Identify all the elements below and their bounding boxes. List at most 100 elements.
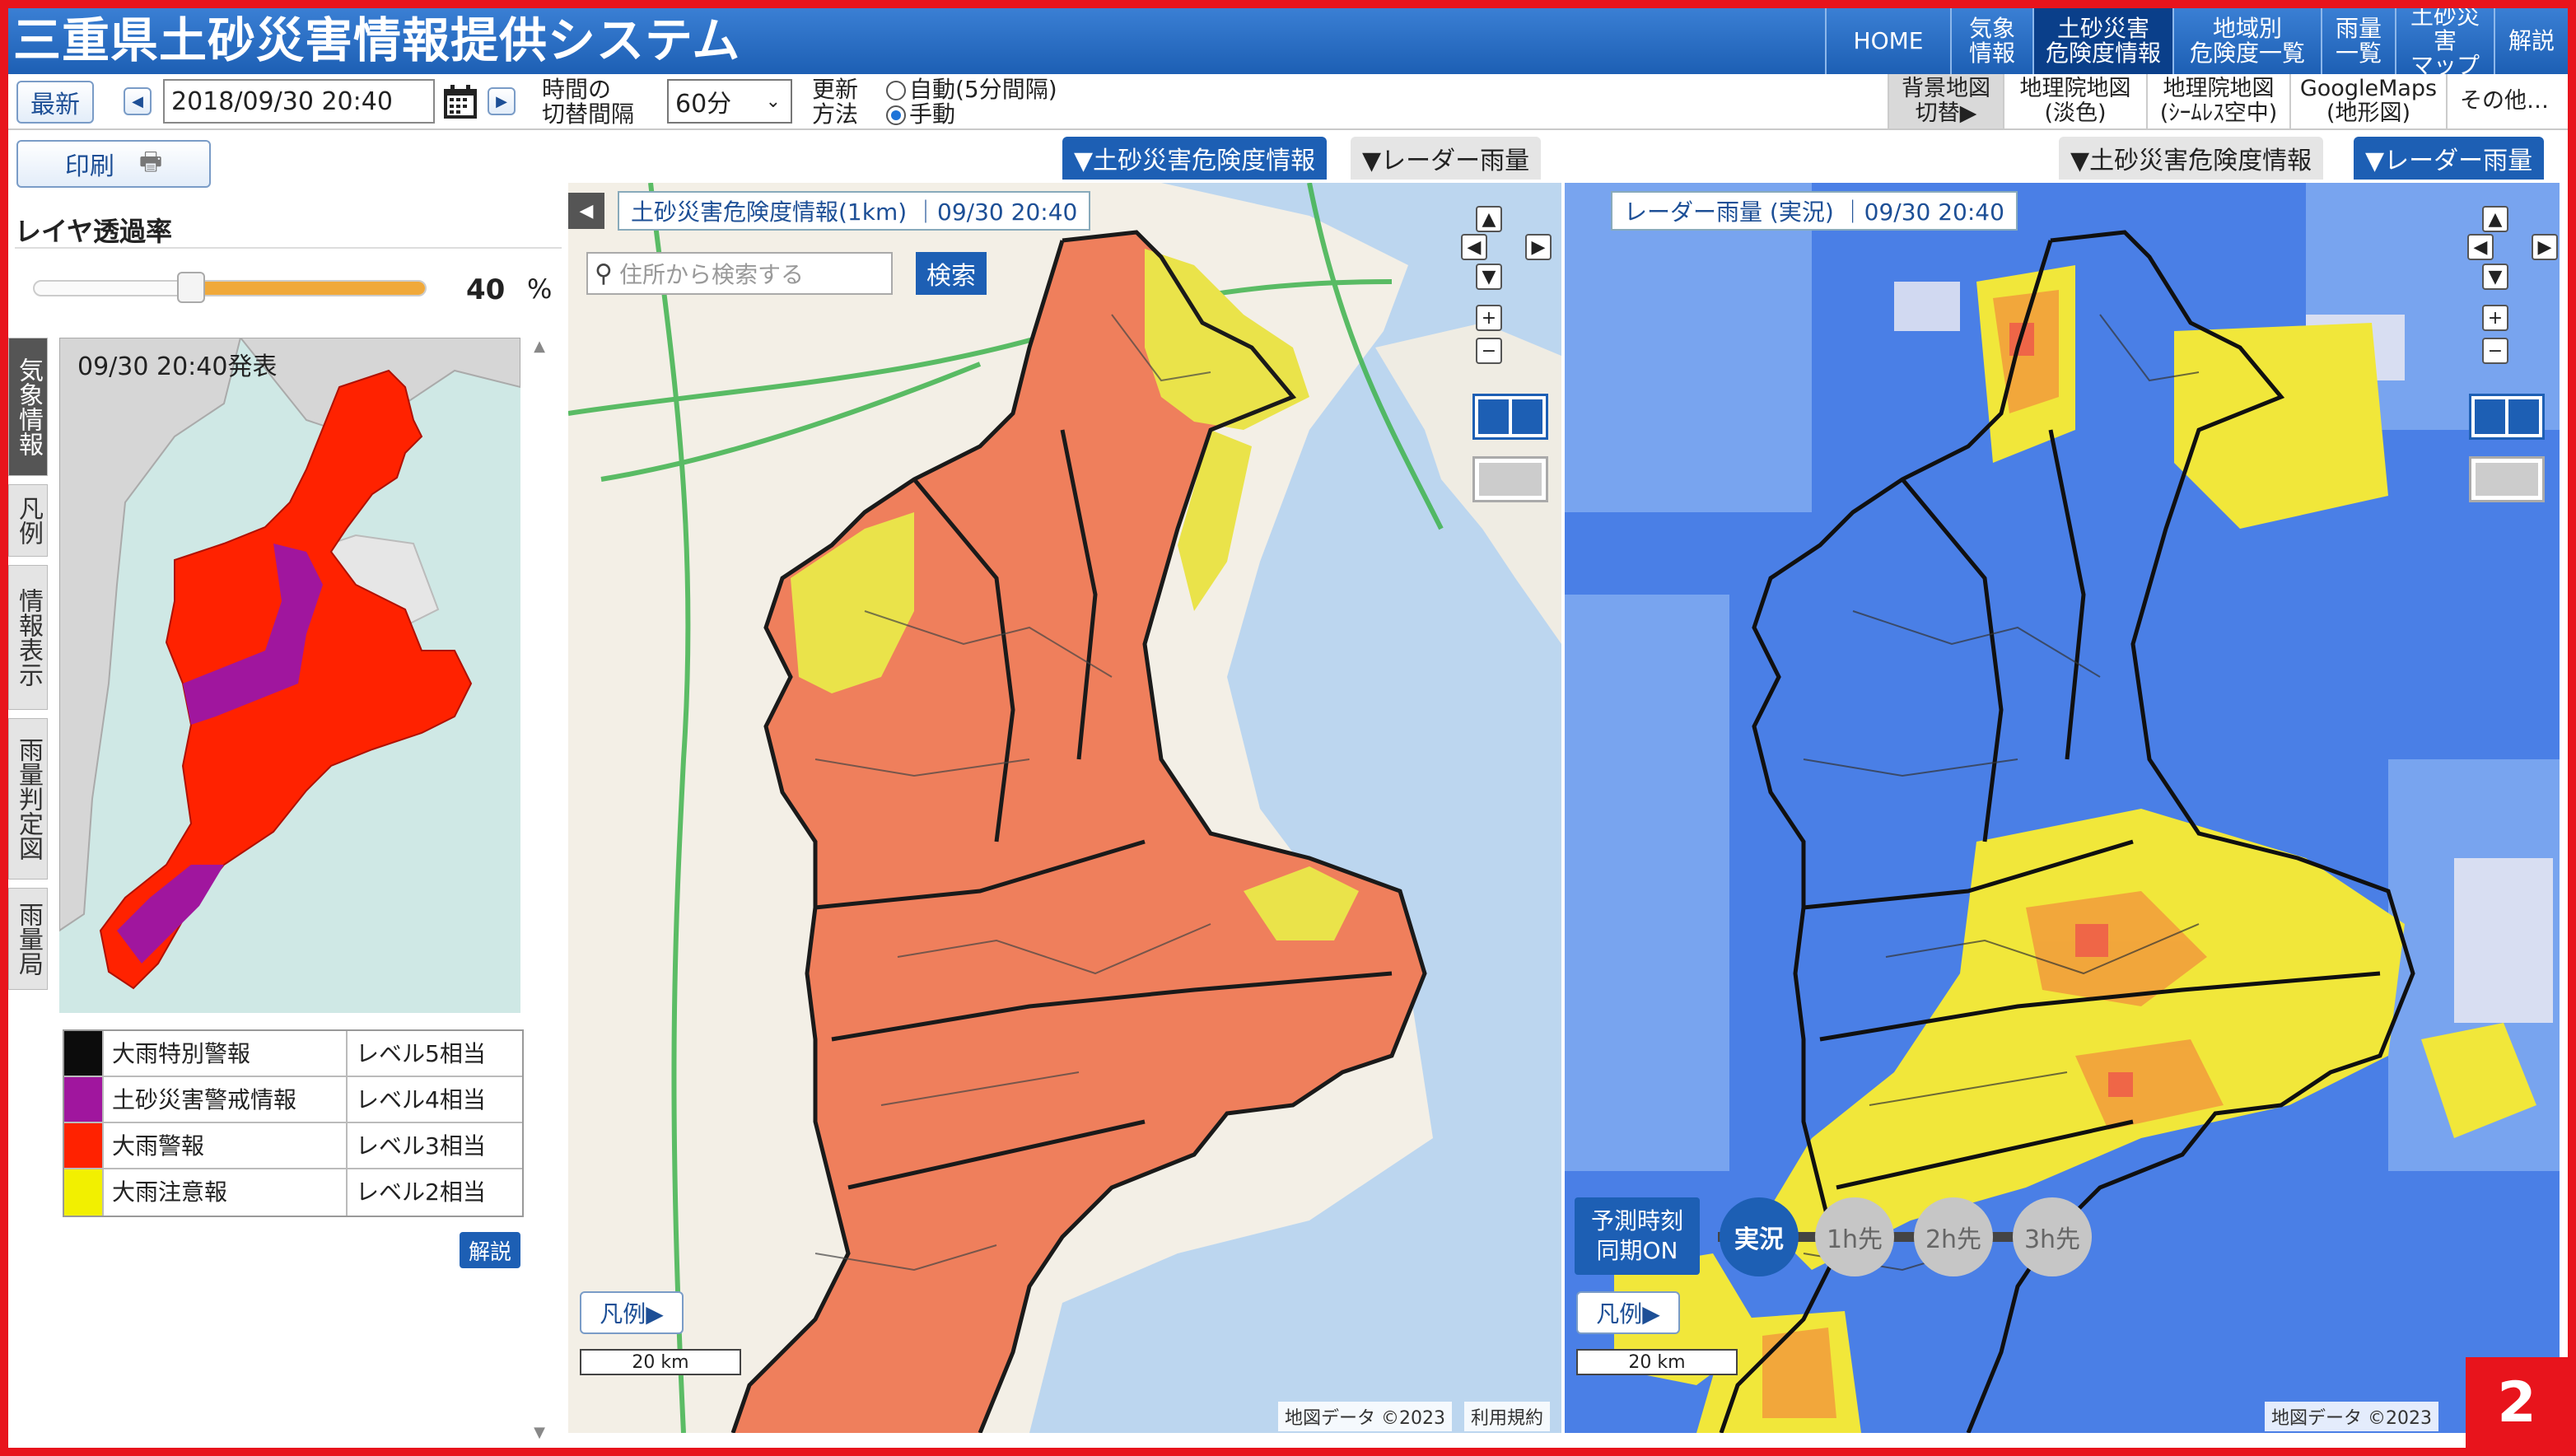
tab-radar-rainfall[interactable]: ▼レーダー雨量 [2354, 137, 2545, 180]
update-auto-label: 自動(5分間隔) [909, 76, 1057, 103]
basemap-switch-label[interactable]: 背景地図 切替▶ [1888, 74, 2003, 128]
legend-explain-button[interactable]: 解説 [460, 1232, 520, 1268]
chevron-left-icon: ◀ [579, 200, 594, 222]
address-search-input[interactable]: ⚲ 住所から検索する [586, 252, 893, 295]
collapse-sidebar-button[interactable]: ◀ [568, 193, 604, 229]
nav-explanation[interactable]: 解説 [2494, 8, 2568, 74]
zoom-out-button[interactable]: − [2482, 338, 2508, 364]
pan-down-button[interactable]: ▼ [1476, 264, 1502, 290]
legend-swatch [64, 1031, 104, 1076]
tab-radar-rainfall[interactable]: ▼レーダー雨量 [1351, 137, 1542, 180]
minus-icon: − [2487, 340, 2504, 362]
sidetab-info-display[interactable]: 情報表示 [8, 565, 48, 710]
opacity-slider[interactable] [33, 272, 427, 303]
tab-sediment-risk[interactable]: ▼土砂災害危険度情報 [1062, 137, 1328, 180]
step-now[interactable]: 実況 [1720, 1197, 1799, 1276]
sediment-risk-map[interactable]: 土砂災害危険度情報(1km) ｜09/30 20:40 ◀ ⚲ 住所から検索する… [568, 183, 1561, 1433]
chevron-right-icon: ▶ [496, 92, 507, 110]
search-button[interactable]: 検索 [916, 252, 987, 295]
map-legend-button[interactable]: 凡例▶ [580, 1291, 684, 1334]
interval-value: 60分 [675, 90, 732, 119]
sidetab-rain-station[interactable]: 雨量局 [8, 888, 48, 990]
nav-weather[interactable]: 気象 情報 [1950, 8, 2032, 74]
split-view-button[interactable] [1472, 394, 1548, 440]
sidebar: 印刷 🖶 レイヤ透過率 40 % 気象情報 凡例 情報表示 雨量判定図 雨量局 … [8, 132, 562, 1448]
nav-home[interactable]: HOME [1825, 8, 1950, 74]
basemap-google[interactable]: GoogleMaps (地形図) [2289, 74, 2446, 128]
basemap-other[interactable]: その他… [2446, 74, 2561, 128]
chevron-down-icon: ⌄ [765, 91, 781, 112]
arrow-up-icon: ▲ [2488, 208, 2503, 230]
basemap-gsi-aerial[interactable]: 地理院地図 (ｼｰﾑﾚｽ空中) [2146, 74, 2289, 128]
minus-icon: − [1481, 340, 1497, 362]
basemap-gsi-pale[interactable]: 地理院地図 (淡色) [2003, 74, 2146, 128]
pan-right-button[interactable]: ▶ [2532, 234, 2558, 260]
legend-row: 大雨警報 レベル3相当 [64, 1123, 522, 1169]
map-attribution: 地図データ ©2023 [1278, 1402, 1452, 1431]
nav-regional-risk[interactable]: 地域別 危険度一覧 [2172, 8, 2321, 74]
nav-sediment-map[interactable]: 土砂災害 マップ [2395, 4, 2494, 78]
step-2h[interactable]: 2h先 [1914, 1197, 1993, 1276]
legend-level: レベル2相当 [356, 1178, 486, 1206]
latest-button[interactable]: 最新 [16, 81, 94, 124]
single-view-button[interactable] [1472, 456, 1548, 502]
search-placeholder: 住所から検索する [618, 261, 804, 288]
tab-sediment-risk[interactable]: ▼土砂災害危険度情報 [2059, 137, 2324, 180]
opacity-slider-fill [191, 282, 425, 295]
map-title-label: 土砂災害危険度情報(1km) ｜09/30 20:40 [618, 191, 1091, 231]
split-view-button[interactable] [2469, 394, 2545, 440]
print-button[interactable]: 印刷 🖶 [16, 140, 211, 188]
terms-link[interactable]: 利用規約 [1464, 1402, 1551, 1431]
pan-left-button[interactable]: ◀ [1461, 234, 1487, 260]
toolbar: 最新 ◀ 2018/09/30 20:40 ▶ 時間の 切替間隔 60分 ⌄ 更… [8, 74, 2568, 130]
sidetab-rain-judgment[interactable]: 雨量判定図 [8, 718, 48, 880]
scale-bar: 20 km [1576, 1349, 1738, 1375]
update-manual-radio[interactable]: 手動 [886, 102, 955, 127]
legend-name: 土砂災害警戒情報 [104, 1077, 348, 1122]
opacity-slider-handle[interactable] [177, 272, 205, 303]
pan-up-button[interactable]: ▲ [2482, 206, 2508, 232]
divider [15, 247, 562, 249]
single-view-button[interactable] [2469, 456, 2545, 502]
overview-map-time: 09/30 20:40発表 [77, 352, 278, 381]
forecast-sync-toggle[interactable]: 予測時刻 同期ON [1575, 1197, 1700, 1275]
opacity-title: レイヤ透過率 [15, 216, 173, 247]
calendar-icon[interactable] [441, 84, 479, 120]
pan-up-button[interactable]: ▲ [1476, 206, 1502, 232]
zoom-in-button[interactable]: + [1476, 305, 1502, 331]
step-3h[interactable]: 3h先 [2013, 1197, 2092, 1276]
overview-map-graphic [59, 338, 520, 1013]
single-view-icon [2476, 463, 2538, 496]
step-1h[interactable]: 1h先 [1815, 1197, 1894, 1276]
pan-left-button[interactable]: ◀ [2467, 234, 2494, 260]
legend-row: 土砂災害警戒情報 レベル4相当 [64, 1077, 522, 1123]
datetime-field[interactable]: 2018/09/30 20:40 [163, 79, 435, 124]
nav-sediment-risk[interactable]: 土砂災害 危険度情報 [2032, 8, 2172, 74]
radar-rainfall-map[interactable]: レーダー雨量 (実況) ｜09/30 20:40 ▲ ◀ ▶ ▼ + − 予測時… [1565, 183, 2560, 1433]
legend-level: レベル3相当 [356, 1132, 486, 1160]
legend-level: レベル5相当 [356, 1040, 486, 1067]
interval-label: 時間の 切替間隔 [542, 76, 635, 128]
interval-select[interactable]: 60分 ⌄ [667, 79, 792, 124]
map-title-label: レーダー雨量 (実況) ｜09/30 20:40 [1611, 191, 2018, 231]
pan-right-button[interactable]: ▶ [1525, 234, 1552, 260]
zoom-in-button[interactable]: + [2482, 305, 2508, 331]
sidetab-weather[interactable]: 気象情報 [8, 338, 48, 476]
nav-rainfall-list[interactable]: 雨量 一覧 [2321, 8, 2395, 74]
update-manual-label: 手動 [909, 100, 956, 128]
sidebar-scrollbar[interactable]: ▲ ▼ [529, 338, 550, 1441]
zoom-out-button[interactable]: − [1476, 338, 1502, 364]
scroll-down-icon: ▼ [534, 1424, 545, 1441]
update-auto-radio[interactable]: 自動(5分間隔) [886, 77, 1057, 102]
header-bar: 三重県土砂災害情報提供システム HOME 気象 情報 土砂災害 危険度情報 地域… [8, 4, 2568, 78]
pan-down-button[interactable]: ▼ [2482, 264, 2508, 290]
prev-time-button[interactable]: ◀ [124, 87, 152, 115]
overview-map[interactable]: 09/30 20:40発表 [59, 338, 520, 1013]
opacity-unit: % [527, 273, 553, 305]
map-legend-button[interactable]: 凡例▶ [1576, 1291, 1680, 1334]
next-time-button[interactable]: ▶ [488, 87, 516, 115]
legend-name: 大雨警報 [104, 1123, 348, 1168]
plus-icon: + [2487, 307, 2504, 329]
sidetab-legend[interactable]: 凡例 [8, 484, 48, 557]
legend-swatch [64, 1123, 104, 1168]
